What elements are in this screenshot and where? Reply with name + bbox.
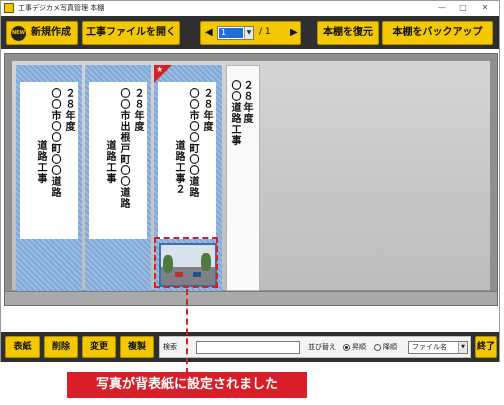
ascending-radio[interactable] (343, 344, 350, 351)
new-file-button[interactable]: NEW 新規作成 (6, 21, 78, 45)
page-number-value: 1 (219, 28, 243, 38)
prev-page-icon[interactable]: ◀ (205, 27, 213, 38)
binder-1[interactable]: ２８年度 〇〇市〇〇町〇〇道路 道路工事 (16, 65, 82, 291)
bottom-toolbar: 表紙 削除 変更 複製 検索 並び替え 昇順 降順 ファイル名 ▼ 終了 (1, 332, 499, 362)
binder-year: ２８年度 (201, 88, 212, 132)
binder-title: 〇〇市〇〇町〇〇道路 (49, 88, 60, 198)
app-window: 工事デジカメ写真管理 本棚 — □ ✕ NEW 新規作成 工事ファイルを開く ◀… (0, 0, 500, 362)
app-icon (4, 3, 14, 13)
highlight-box (154, 237, 218, 288)
chevron-down-icon[interactable]: ▼ (244, 27, 253, 39)
search-input[interactable] (196, 341, 300, 354)
descending-radio[interactable] (374, 344, 381, 351)
binder-label: ２８年度 〇〇市〇〇町〇〇道路 道路工事 (20, 82, 78, 239)
cover-button[interactable]: 表紙 (5, 336, 40, 358)
search-label: 検索 (163, 343, 177, 351)
binder-4[interactable]: ２８年度 〇〇道路工事 (226, 65, 260, 291)
binder-project: 道路工事２ (173, 140, 184, 195)
window-title: 工事デジカメ写真管理 本棚 (18, 4, 105, 12)
sort-field-select[interactable]: ファイル名 ▼ (408, 341, 468, 354)
backup-shelf-button[interactable]: 本棚をバックアップ (382, 21, 493, 45)
page-total: / 1 (259, 27, 271, 37)
new-file-label: 新規作成 (31, 27, 71, 38)
chevron-down-icon[interactable]: ▼ (458, 342, 467, 353)
page-number-dropdown[interactable]: 1 ▼ (217, 26, 254, 40)
binder-2[interactable]: ２８年度 〇〇市出根戸町〇〇道路 道路工事 (85, 65, 151, 291)
binder-title: 〇〇市出根戸町〇〇道路 (118, 88, 129, 209)
binder-project: 道路工事 (35, 140, 46, 184)
callout-banner: 写真が背表紙に設定されました (67, 372, 307, 398)
search-sort-panel: 検索 並び替え 昇順 降順 ファイル名 ▼ (159, 336, 471, 358)
bookshelf: ２８年度 〇〇市〇〇町〇〇道路 道路工事 ２８年度 〇〇市出根戸町〇〇道路 道路… (4, 53, 498, 306)
restore-shelf-button[interactable]: 本棚を復元 (317, 21, 379, 45)
delete-button[interactable]: 削除 (44, 336, 78, 358)
callout-line (186, 289, 188, 374)
binder-project: 道路工事 (104, 140, 115, 184)
sort-field-value: ファイル名 (412, 343, 447, 351)
binder-title: 〇〇市〇〇町〇〇道路 (187, 88, 198, 198)
maximize-button[interactable]: □ (456, 2, 470, 14)
minimize-button[interactable]: — (435, 2, 449, 14)
binder-title: 〇〇道路工事 (229, 80, 240, 146)
change-button[interactable]: 変更 (82, 336, 116, 358)
open-file-button[interactable]: 工事ファイルを開く (82, 21, 180, 45)
descending-label: 降順 (383, 343, 397, 351)
new-badge-icon: NEW (11, 26, 26, 41)
binder-label: ２８年度 〇〇市出根戸町〇〇道路 道路工事 (89, 82, 147, 239)
title-bar: 工事デジカメ写真管理 本棚 — □ ✕ (1, 1, 499, 16)
binder-year: ２８年度 (241, 80, 252, 124)
top-toolbar: NEW 新規作成 工事ファイルを開く ◀ 1 ▼ / 1 ▶ 本棚を復元 本棚を… (1, 16, 499, 49)
binder-year: ２８年度 (132, 88, 143, 132)
sort-label: 並び替え (308, 343, 336, 351)
shelf-base (5, 291, 497, 305)
binder-label: ２８年度 〇〇市〇〇町〇〇道路 道路工事２ (158, 82, 216, 239)
close-button[interactable]: ✕ (478, 2, 492, 14)
exit-button[interactable]: 終了 (475, 336, 497, 358)
next-page-icon[interactable]: ▶ (290, 27, 298, 38)
star-icon: ★ (156, 65, 164, 74)
copy-button[interactable]: 複製 (120, 336, 154, 358)
ascending-label: 昇順 (352, 343, 366, 351)
binder-year: ２８年度 (63, 88, 74, 132)
shelf-area: ２８年度 〇〇市〇〇町〇〇道路 道路工事 ２８年度 〇〇市出根戸町〇〇道路 道路… (12, 61, 490, 291)
page-selector: ◀ 1 ▼ / 1 ▶ (200, 21, 301, 45)
